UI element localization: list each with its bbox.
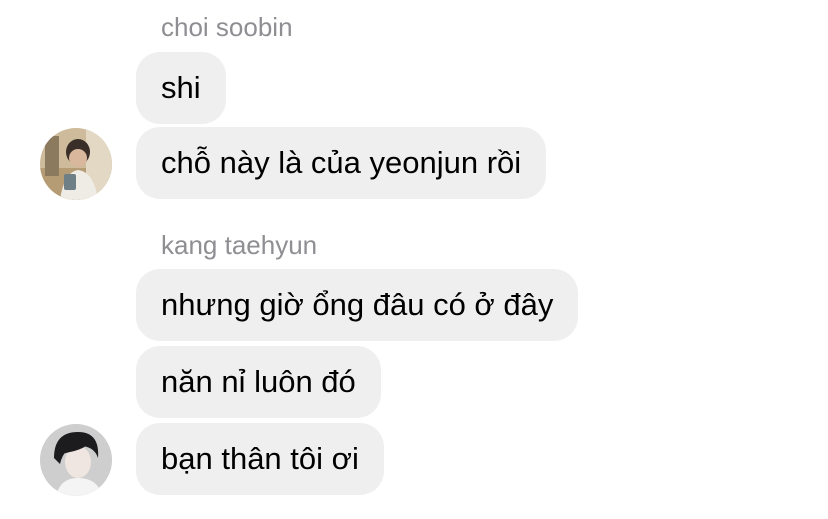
avatar-photo-1 xyxy=(40,128,112,200)
message-bubble[interactable]: chỗ này là của yeonjun rồi xyxy=(136,127,547,199)
message-bubble[interactable]: nhưng giờ ổng đâu có ở đây xyxy=(136,269,579,341)
message-bubble[interactable]: năn nỉ luôn đó xyxy=(136,346,381,418)
avatar-1-icon[interactable] xyxy=(40,128,112,200)
message-bubble[interactable]: bạn thân tôi ơi xyxy=(136,423,384,495)
avatar-photo-2 xyxy=(40,424,112,496)
sender-name-1: choi soobin xyxy=(161,12,293,42)
avatar-2-icon[interactable] xyxy=(40,424,112,496)
sender-name-2: kang taehyun xyxy=(161,230,318,260)
message-bubble[interactable]: shi xyxy=(136,52,226,124)
